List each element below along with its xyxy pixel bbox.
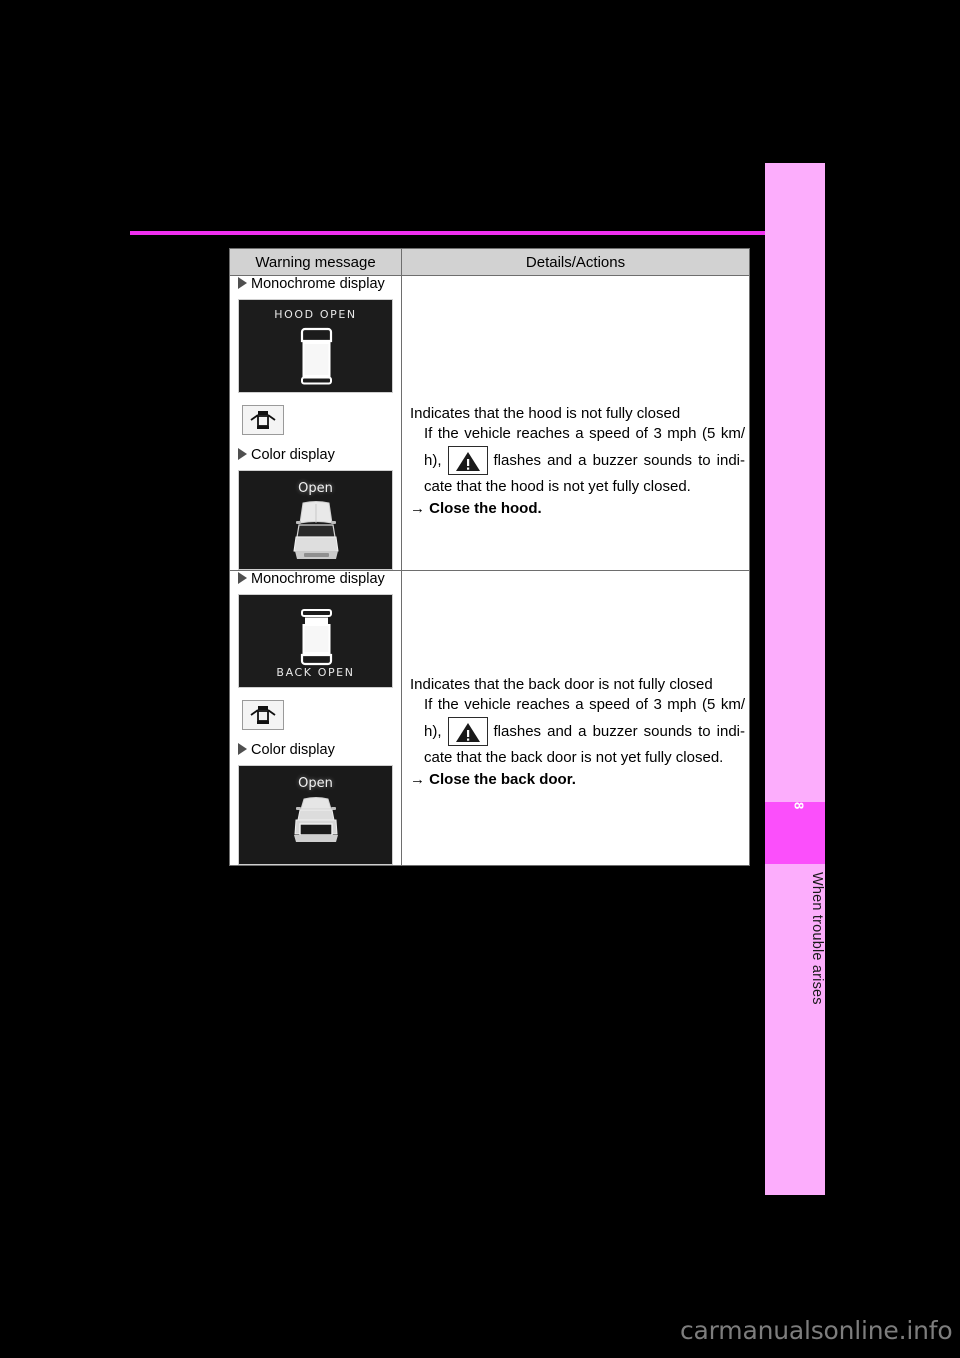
- monochrome-display-label-hood: Monochrome display: [230, 276, 401, 292]
- details-action-back-door: → Close the back door.: [410, 770, 745, 789]
- car-front-view-hood-raised-icon: [239, 499, 392, 569]
- table-row: Monochrome display BACK OPEN Color displ…: [229, 570, 750, 866]
- details-line-3-back-door: h), flashes and a buzzer sounds to indi-: [410, 717, 745, 747]
- chapter-number: 8: [791, 802, 807, 810]
- table-body: Monochrome display HOOD OPEN Color displ…: [229, 275, 750, 866]
- monochrome-screen-back-door: BACK OPEN: [238, 594, 393, 688]
- page-root: 8 When trouble arises Warning message De…: [0, 0, 960, 1358]
- triangle-bullet-icon: [238, 572, 247, 584]
- badge-wrap-hood: [230, 405, 401, 435]
- arrow-icon: →: [410, 770, 425, 788]
- car-rear-view-back-door-open-icon: [239, 796, 392, 863]
- color-screen-text-hood: Open: [298, 481, 333, 496]
- details-text-back-door: Indicates that the back door is not full…: [402, 571, 749, 795]
- chapter-title: When trouble arises: [809, 872, 825, 1005]
- color-screen-hood: Open: [238, 470, 393, 570]
- warning-message-cell-hood: Monochrome display HOOD OPEN Color displ…: [229, 275, 402, 571]
- details-action-text-back-door: Close the back door.: [429, 770, 576, 788]
- warning-message-table: Warning message Details/Actions Monochro…: [229, 248, 750, 866]
- monochrome-screen-text-back-door: BACK OPEN: [276, 666, 355, 679]
- details-line-2-hood: If the vehicle reaches a speed of 3 mph …: [424, 425, 745, 443]
- triangle-bullet-icon: [238, 743, 247, 755]
- details-line-4-hood: cate that the hood is not yet fully clos…: [424, 478, 691, 496]
- details-line-1-hood: Indicates that the hood is not fully clo…: [410, 405, 681, 422]
- warning-triangle-icon: [447, 446, 488, 476]
- back-door-ajar-indicator-icon: [242, 700, 284, 730]
- details-line-1-back-door: Indicates that the back door is not full…: [410, 676, 713, 693]
- details-line-3-suffix-hood: flashes and a buzzer sounds to indi-: [493, 452, 745, 470]
- color-display-label-hood: Color display: [230, 447, 401, 463]
- table-header-row: Warning message Details/Actions: [229, 248, 750, 276]
- warning-message-cell-back-door: Monochrome display BACK OPEN Color displ…: [229, 570, 402, 866]
- arrow-icon: →: [410, 499, 425, 517]
- details-line-3-suffix-back-door: flashes and a buzzer sounds to indi-: [493, 723, 745, 741]
- details-action-text-hood: Close the hood.: [429, 499, 542, 517]
- triangle-bullet-icon: [238, 277, 247, 289]
- triangle-bullet-icon: [238, 448, 247, 460]
- details-line-3-prefix-hood: h),: [424, 452, 442, 470]
- details-line-3-prefix-back-door: h),: [424, 723, 442, 741]
- table-head: Warning message Details/Actions: [229, 248, 750, 276]
- monochrome-display-label-back-door: Monochrome display: [230, 571, 401, 587]
- hood-ajar-indicator-icon: [242, 405, 284, 435]
- monochrome-screen-text-hood: HOOD OPEN: [274, 308, 357, 321]
- details-line-4-back-door: cate that the back door is not yet fully…: [424, 749, 724, 767]
- details-text-hood: Indicates that the hood is not fully clo…: [402, 276, 749, 524]
- badge-wrap-back-door: [230, 700, 401, 730]
- site-watermark: carmanualsonline.info: [680, 1316, 953, 1345]
- color-screen-back-door: Open: [238, 765, 393, 865]
- details-line-3-hood: h), flashes and a buzzer sounds to indi-: [410, 446, 745, 476]
- color-screen-text-back-door: Open: [298, 776, 333, 791]
- car-top-view-hood-open-icon: [239, 326, 392, 392]
- details-actions-cell-back-door: Indicates that the back door is not full…: [401, 570, 750, 866]
- chapter-number-block: 8: [765, 802, 825, 864]
- details-actions-cell-hood: Indicates that the hood is not fully clo…: [401, 275, 750, 571]
- header-details-actions: Details/Actions: [401, 248, 750, 276]
- header-rule: [130, 231, 825, 235]
- warning-triangle-icon: [447, 717, 488, 747]
- color-display-label-back-door: Color display: [230, 742, 401, 758]
- header-warning-message: Warning message: [229, 248, 402, 276]
- monochrome-screen-hood: HOOD OPEN: [238, 299, 393, 393]
- table-row: Monochrome display HOOD OPEN Color displ…: [229, 275, 750, 571]
- details-action-hood: → Close the hood.: [410, 499, 745, 518]
- details-line-2-back-door: If the vehicle reaches a speed of 3 mph …: [424, 696, 745, 714]
